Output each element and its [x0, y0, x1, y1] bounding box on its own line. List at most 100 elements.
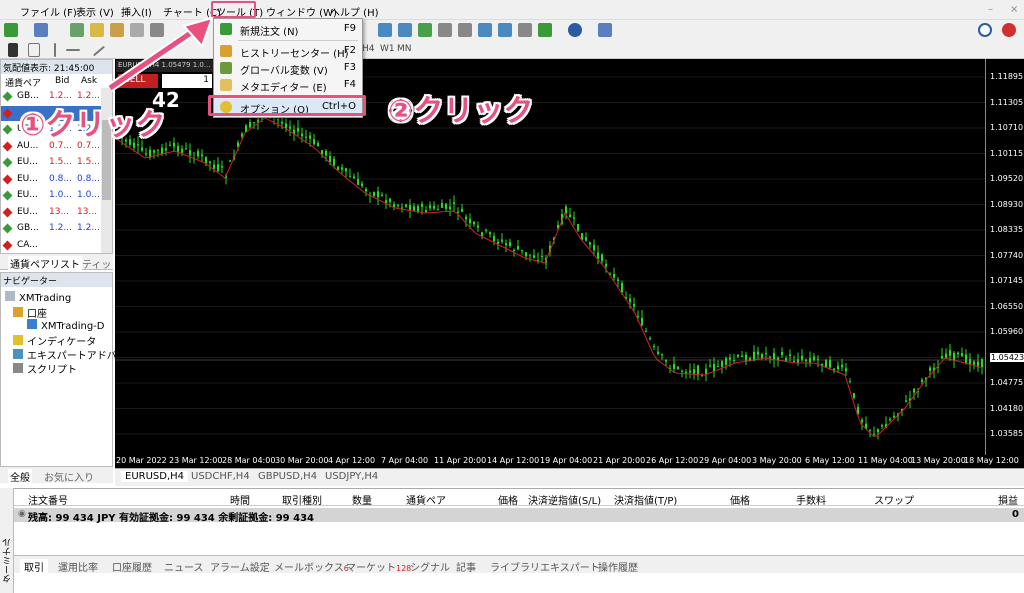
tab-trade[interactable]: 取引 — [20, 559, 48, 574]
col-order[interactable]: 注文番号 — [28, 492, 68, 507]
tab-mailbox[interactable]: メールボックス6 — [274, 559, 349, 574]
y-tick-label: 1.05423 — [990, 352, 1024, 362]
tab-symbols[interactable]: 通貨ペアリスト — [8, 256, 82, 271]
y-tick-label: 1.09520 — [990, 174, 1024, 183]
nav-scripts[interactable]: スクリプト — [13, 361, 77, 376]
col-profit[interactable]: 損益 — [998, 492, 1018, 507]
market-row[interactable]: GB... 1.2... 1.2... — [1, 221, 101, 236]
chart-shift-icon[interactable] — [438, 23, 452, 37]
tab-experts[interactable]: エキスパート — [540, 559, 600, 574]
tab-favorites[interactable]: お気に入り — [44, 469, 94, 484]
minimize-icon[interactable]: – — [988, 4, 993, 15]
col-price2[interactable]: 価格 — [730, 492, 750, 507]
candle-body — [569, 214, 571, 218]
candle-body — [601, 254, 603, 262]
nav-account-demo[interactable]: XMTrading-D — [27, 319, 104, 332]
zoom-in-icon[interactable] — [378, 23, 392, 37]
y-tick-label: 1.10115 — [990, 148, 1024, 158]
market-bid: 1.5... — [49, 157, 72, 167]
horizontal-line-icon[interactable] — [66, 49, 80, 51]
menu-help[interactable]: ヘルプ (H) — [330, 4, 379, 19]
nav-xmtrading[interactable]: XMTrading — [5, 291, 71, 304]
menu-window[interactable]: ウィンドウ (W) — [266, 4, 337, 19]
candle-body — [673, 363, 675, 369]
market-bid: 13... — [49, 206, 70, 217]
zoom-icon[interactable] — [478, 23, 492, 37]
col-tp[interactable]: 決済指値(T/P) — [614, 492, 677, 507]
tab-signals[interactable]: シグナル — [410, 559, 450, 574]
market-row[interactable]: CA... — [1, 238, 101, 253]
tab-market[interactable]: マーケット128 — [346, 559, 411, 574]
candle-body — [421, 203, 423, 207]
tab-journal[interactable]: 操作履歴 — [598, 559, 638, 574]
menu-global-variables[interactable]: グローバル変数 (V) F3 — [214, 60, 362, 77]
close-icon[interactable]: × — [1010, 4, 1018, 15]
crosshair-icon[interactable] — [28, 43, 40, 57]
candle-body — [869, 429, 871, 431]
y-tick-label: 1.11305 — [990, 97, 1024, 107]
col-commission[interactable]: 手数料 — [796, 492, 826, 507]
price-chart[interactable] — [115, 59, 985, 468]
tf-mn[interactable]: MN — [397, 44, 412, 54]
market-row[interactable]: EU... 13... 13... — [1, 205, 101, 220]
script-icon — [13, 363, 23, 373]
search-icon[interactable] — [978, 23, 992, 37]
cursor-icon[interactable] — [8, 43, 18, 57]
y-tick-label: 1.07145 — [990, 276, 1024, 285]
templates-icon[interactable] — [598, 23, 612, 37]
col-sl[interactable]: 決済逆指値(S/L) — [528, 492, 601, 507]
tf-w1[interactable]: W1 — [380, 44, 395, 54]
chart-tab-usdchf[interactable]: USDCHF,H4 — [191, 471, 250, 482]
tab-general[interactable]: 全般 — [8, 469, 32, 484]
chart-tab-usdjpy[interactable]: USDJPY,H4 — [325, 471, 378, 482]
candle-body — [429, 205, 431, 209]
x-tick-label: 13 May 20:00 — [911, 456, 966, 465]
variables-icon — [220, 62, 232, 74]
menu-meta-editor[interactable]: メタエディター (E) F4 — [214, 77, 362, 94]
vertical-line-icon[interactable] — [54, 43, 56, 57]
menu-new-order[interactable]: 新規注文 (N) F9 — [214, 21, 362, 38]
tab-exposure[interactable]: 運用比率 — [58, 559, 98, 574]
col-symbol[interactable]: 通貨ペア — [5, 76, 41, 89]
col-symbol[interactable]: 通貨ペア — [406, 492, 446, 507]
tab-library[interactable]: ライブラリ — [490, 559, 540, 574]
notifications-icon[interactable] — [1002, 23, 1016, 37]
grid-icon[interactable] — [518, 23, 532, 37]
tab-news[interactable]: ニュース — [164, 559, 204, 574]
candle-body — [153, 150, 155, 153]
market-row[interactable]: EU... 0.8... 0.8... — [1, 172, 101, 187]
tab-history[interactable]: 口座履歴 — [112, 559, 152, 574]
candle-body — [521, 249, 523, 251]
col-volume[interactable]: 数量 — [352, 492, 372, 507]
zoom-out-icon[interactable] — [398, 23, 412, 37]
col-price[interactable]: 価格 — [498, 492, 518, 507]
candle-body — [825, 359, 827, 368]
col-type[interactable]: 取引種別 — [282, 492, 322, 507]
profiles-icon[interactable] — [34, 23, 48, 37]
nav-accounts[interactable]: 口座 — [13, 305, 47, 320]
col-bid[interactable]: Bid — [55, 76, 69, 86]
market-row[interactable]: EU... 1.0... 1.0... — [1, 188, 101, 203]
autoscroll-icon[interactable] — [458, 23, 472, 37]
chart-tab-eurusd[interactable]: EURUSD,H4 — [121, 471, 189, 482]
market-watch-icon[interactable] — [70, 23, 84, 37]
terminal-side: ターミナル — [0, 488, 14, 593]
market-row[interactable]: EU... 1.5... 1.5... — [1, 155, 101, 170]
tile-windows-icon[interactable] — [418, 23, 432, 37]
menu-history-center[interactable]: ヒストリーセンター (H) F2 — [214, 43, 362, 60]
tab-articles[interactable]: 記事 — [456, 559, 476, 574]
col-ask[interactable]: Ask — [81, 76, 97, 86]
periods-icon[interactable] — [568, 23, 582, 37]
tab-alerts[interactable]: アラーム設定 — [210, 559, 270, 574]
chart-tab-gbpusd[interactable]: GBPUSD,H4 — [258, 471, 317, 482]
nav-indicators[interactable]: インディケータ — [13, 333, 96, 348]
new-chart-icon[interactable] — [4, 23, 18, 37]
zoom-icon-2[interactable] — [498, 23, 512, 37]
col-time[interactable]: 時間 — [230, 492, 250, 507]
candle-body — [541, 256, 543, 258]
col-swap[interactable]: スワップ — [874, 492, 914, 507]
tf-h4[interactable]: H4 — [362, 44, 375, 54]
indicators-icon[interactable] — [538, 23, 552, 37]
candle-body — [433, 205, 435, 209]
menu-file[interactable]: ファイル (F) — [20, 4, 77, 19]
